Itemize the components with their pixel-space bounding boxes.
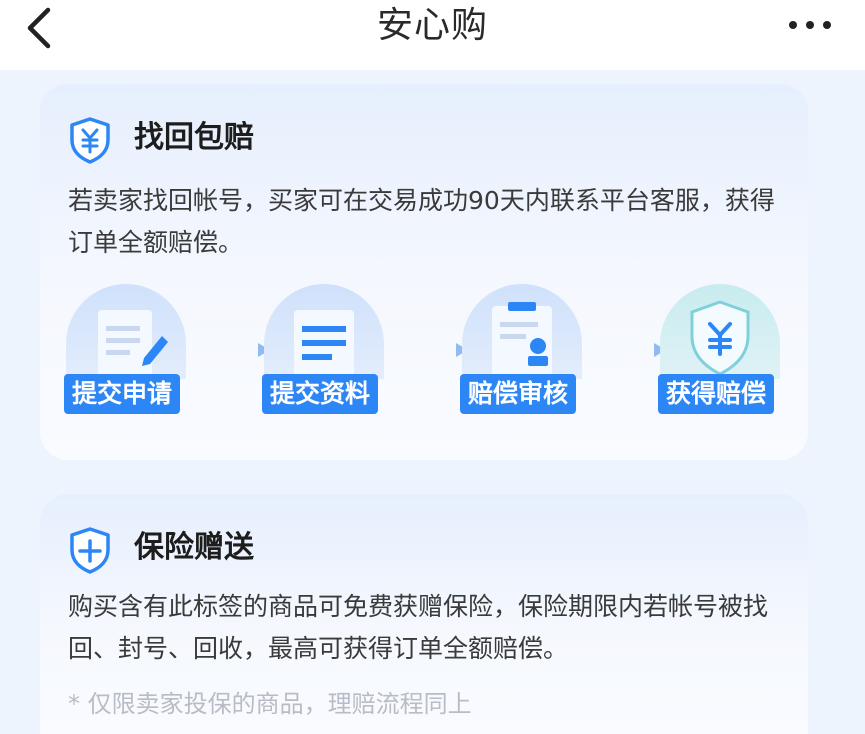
step-icon-bubble	[660, 284, 780, 379]
edit-document-icon	[98, 310, 168, 379]
step-label: 赔偿审核	[460, 374, 577, 414]
step-label: 提交资料	[262, 374, 379, 414]
claim-process-steps: 提交申请 提交资料 赔偿审核 获得赔偿	[64, 284, 804, 424]
claim-guarantee-card: 找回包赔 若卖家找回帐号，买家可在交易成功90天内联系平台客服，获得订单全额赔偿…	[40, 84, 808, 460]
insurance-gift-card: 保险赠送 购买含有此标签的商品可免费获赠保险，保险期限内若帐号被找回、封号、回收…	[40, 494, 808, 734]
card-footnote: * 仅限卖家投保的商品，理赔流程同上	[68, 690, 472, 718]
yuan-shield-icon	[690, 300, 750, 376]
card-title: 保险赠送	[134, 530, 254, 565]
step-label: 获得赔偿	[658, 374, 775, 414]
step-submit-application: 提交申请	[64, 284, 194, 419]
review-stamp-icon	[492, 302, 552, 379]
page-title: 安心购	[376, 5, 488, 46]
card-description: 购买含有此标签的商品可免费获赠保险，保险期限内若帐号被找回、封号、回收，最高可获…	[68, 592, 769, 663]
step-claim-review: 赔偿审核	[460, 284, 590, 419]
step-icon-bubble	[264, 284, 384, 379]
more-options-icon[interactable]	[785, 10, 835, 40]
document-lines-icon	[294, 310, 354, 379]
step-icon-bubble	[462, 284, 582, 379]
plus-shield-icon	[70, 527, 110, 574]
yuan-shield-icon	[70, 117, 110, 164]
card-title: 找回包赔	[134, 120, 254, 155]
step-label: 提交申请	[64, 374, 181, 414]
step-receive-compensation: 获得赔偿	[658, 284, 788, 419]
top-nav-bar: 安心购	[0, 0, 865, 70]
step-icon-bubble	[66, 284, 186, 379]
step-submit-materials: 提交资料	[262, 284, 392, 419]
card-description: 若卖家找回帐号，买家可在交易成功90天内联系平台客服，获得订单全额赔偿。	[68, 186, 775, 257]
